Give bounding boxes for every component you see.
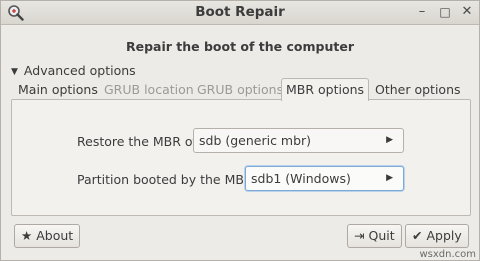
page-heading: Repair the boot of the computer [125, 39, 354, 54]
minimize-icon[interactable]: – [414, 4, 430, 20]
tab-grub-location[interactable]: GRUB location [99, 78, 199, 100]
exit-icon: ⇥ [354, 228, 365, 243]
about-button[interactable]: ★ About [14, 224, 81, 248]
combo-arrow-icon: ▶ [386, 135, 393, 145]
combo-arrow-icon: ▶ [386, 173, 393, 183]
tab-main-options[interactable]: Main options [13, 78, 103, 100]
star-icon: ★ [21, 228, 33, 243]
mbr-options-panel: Restore the MBR of: sdb (generic mbr) ▶ … [11, 99, 471, 216]
tab-other-options[interactable]: Other options [370, 78, 466, 100]
close-icon[interactable]: ✕ [459, 4, 475, 20]
tab-grub-options[interactable]: GRUB options [192, 78, 288, 100]
restore-mbr-value: sdb (generic mbr) [199, 133, 312, 148]
checkmark-icon: ✔ [412, 228, 423, 243]
window-title: Boot Repair [195, 4, 285, 20]
quit-button-label: Quit [368, 228, 395, 243]
restore-mbr-label: Restore the MBR of: [77, 134, 201, 149]
partition-booted-combo[interactable]: sdb1 (Windows) ▶ [245, 166, 404, 191]
expand-triangle-icon: ▼ [11, 67, 18, 77]
title-bar: Boot Repair – □ ✕ [1, 1, 479, 25]
advanced-options-expander[interactable]: ▼ Advanced options [11, 63, 136, 78]
restore-mbr-combo[interactable]: sdb (generic mbr) ▶ [193, 128, 404, 153]
watermark: wsxdn.com [419, 249, 476, 260]
apply-button-label: Apply [426, 228, 462, 243]
advanced-options-label: Advanced options [23, 63, 136, 78]
partition-booted-label: Partition booted by the MBR: [77, 172, 257, 187]
about-button-label: About [36, 228, 74, 243]
boot-repair-window: Boot Repair – □ ✕ Repair the boot of the… [0, 0, 480, 261]
partition-booted-value: sdb1 (Windows) [251, 171, 351, 186]
apply-button[interactable]: ✔ Apply [405, 224, 469, 248]
quit-button[interactable]: ⇥ Quit [347, 224, 402, 248]
maximize-icon[interactable]: □ [437, 4, 453, 20]
tab-mbr-options[interactable]: MBR options [281, 78, 370, 101]
